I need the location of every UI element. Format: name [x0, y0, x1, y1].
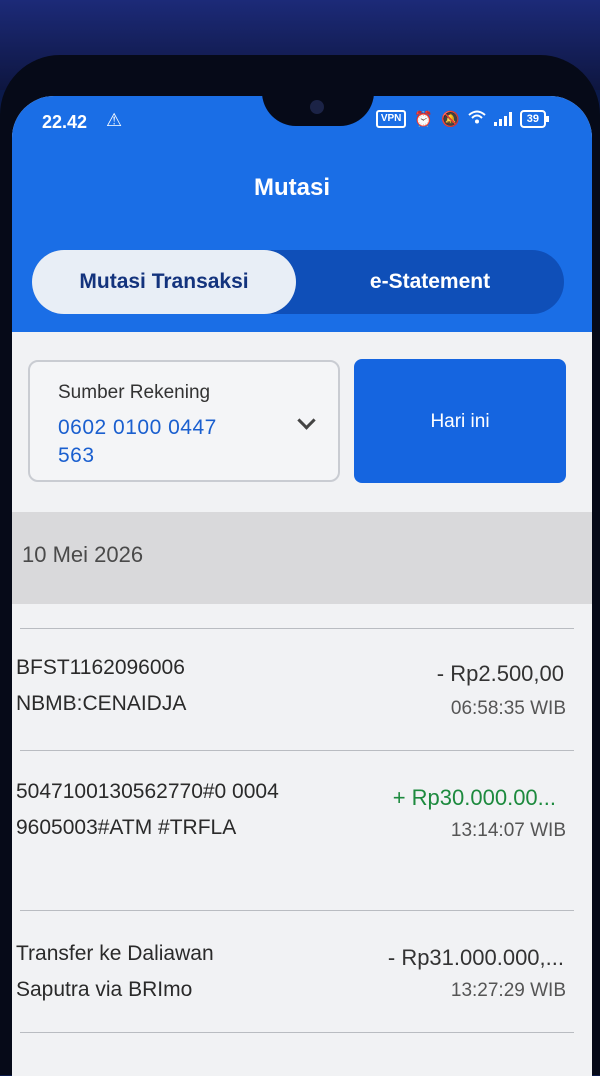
tab-e-statement[interactable]: e-Statement — [296, 250, 564, 314]
mute-icon: 🔕 — [441, 111, 460, 128]
warning-icon: ⚠ — [106, 110, 123, 130]
source-account-number: 0602 0100 0447 563 — [58, 416, 217, 467]
header: 22.42 ⚠ VPN ⏰ 🔕 39 Mutasi Mutasi Transak… — [12, 96, 592, 332]
tab-bar: Mutasi Transaksi e-Statement — [32, 250, 564, 314]
transaction-time: 13:14:07 WIB — [450, 820, 566, 841]
source-account-selector[interactable]: Sumber Rekening 0602 0100 0447 563 — [28, 360, 340, 482]
date-header: 10 Mei 2026 — [12, 512, 592, 604]
transaction-amount: - Rp31.000.000,... — [387, 945, 564, 970]
transaction-description: Transfer ke Daliawan Saputra via BRImo — [16, 942, 214, 1001]
transaction-amount: - Rp2.500,00 — [436, 661, 564, 686]
wifi-icon — [468, 110, 486, 128]
period-filter-label: Hari ini — [430, 411, 490, 432]
divider — [20, 910, 574, 911]
period-filter-button[interactable]: Hari ini — [354, 359, 566, 483]
vpn-icon: VPN — [375, 110, 407, 128]
app-screen: 22.42 ⚠ VPN ⏰ 🔕 39 Mutasi Mutasi Transak… — [12, 96, 592, 1076]
divider — [20, 750, 574, 751]
alarm-icon: ⏰ — [414, 111, 434, 128]
divider — [20, 628, 574, 629]
transaction-time: 13:27:29 WIB — [450, 980, 566, 1001]
signal-icon — [493, 112, 512, 126]
tab-mutasi-transaksi[interactable]: Mutasi Transaksi — [32, 250, 296, 314]
date-header-text: 10 Mei 2026 — [22, 542, 144, 567]
battery-icon: 39 — [519, 110, 550, 128]
notch — [262, 96, 374, 126]
transaction-description: 5047100130562770#0 00049605003#ATM #TRFL… — [16, 780, 279, 839]
source-account-label: Sumber Rekening — [58, 382, 211, 403]
divider — [20, 1032, 574, 1033]
transaction-time: 06:58:35 WIB — [450, 698, 566, 719]
chevron-down-icon[interactable] — [297, 411, 316, 430]
camera-icon — [310, 100, 324, 114]
status-time: 22.42 — [42, 112, 88, 132]
status-icons: VPN ⏰ 🔕 39 — [375, 110, 550, 128]
transaction-amount: + Rp30.000.00... — [392, 785, 556, 810]
page-title: Mutasi — [253, 174, 330, 201]
transaction-description: BFST1162096006 NBMB:CENAIDJA — [16, 656, 187, 715]
